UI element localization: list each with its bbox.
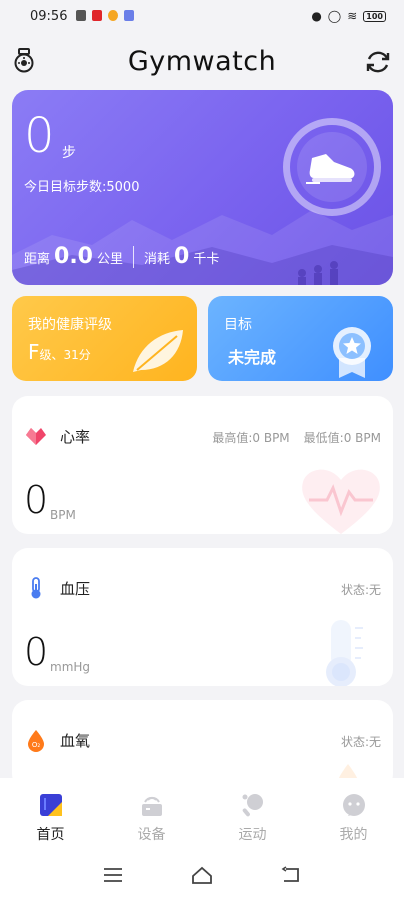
- health-grade-detail: 级、31分: [39, 348, 91, 362]
- blood-oxygen-status: 状态:无: [340, 735, 381, 749]
- thermometer-deco-icon: [326, 620, 363, 686]
- blood-pressure-name: 血压: [60, 580, 91, 598]
- nav-label-home: 首页: [36, 827, 65, 843]
- nav-item-profile[interactable]: 我的: [303, 778, 404, 850]
- status-bar: 09:56 ● ◯ ≋ 100: [0, 0, 404, 34]
- system-status: ● ◯ ≋ 100: [311, 9, 386, 23]
- status-time: 09:56: [30, 9, 68, 24]
- sport-icon: [242, 794, 263, 817]
- wifi-icon: ≋: [347, 9, 358, 23]
- heart-rate-name: 心率: [60, 428, 91, 446]
- app-notification-icon: [108, 10, 118, 21]
- app-notification-icon: [76, 10, 86, 21]
- distance-label: 距离: [24, 252, 51, 267]
- calorie-label: 消耗: [144, 252, 171, 267]
- heart-rate-max: 最高值:0 BPM: [212, 431, 290, 445]
- distance-value: 0.0: [54, 244, 93, 269]
- steps-card[interactable]: 0 步 今日目标步数:5000 距离 0.0 公里 消耗 0 千卡: [12, 90, 393, 285]
- heart-pulse-icon: [302, 469, 380, 534]
- shoe-ring: [283, 118, 381, 216]
- app-notification-icon: [92, 10, 102, 21]
- distance-unit: 公里: [97, 252, 124, 267]
- health-grade-letter: F: [28, 340, 40, 364]
- calorie-unit: 千卡: [193, 252, 220, 267]
- nav-item-sport[interactable]: 运动: [202, 778, 303, 850]
- svg-text:O₂: O₂: [32, 741, 41, 749]
- back-icon[interactable]: [280, 866, 302, 884]
- sync-icon[interactable]: [364, 48, 392, 76]
- summary-divider: [133, 245, 135, 268]
- nav-item-device[interactable]: 设备: [101, 778, 202, 850]
- battery-icon: 100: [363, 10, 386, 22]
- shoe-icon: [306, 154, 355, 184]
- blood-pressure-card[interactable]: 血压 状态:无 0 mmHg: [12, 548, 393, 686]
- heart-rate-min: 最低值:0 BPM: [303, 431, 381, 445]
- heart-rate-card[interactable]: 心率 最高值:0 BPM 最低值:0 BPM 0 BPM: [12, 396, 393, 534]
- leaf-icon: [133, 330, 183, 372]
- blood-pressure-unit: mmHg: [50, 660, 91, 674]
- steps-unit: 步: [62, 145, 76, 161]
- menu-icon[interactable]: [102, 866, 124, 884]
- profile-icon: [342, 794, 365, 816]
- heart-rate-range: 最高值:0 BPM 最低值:0 BPM: [212, 429, 381, 446]
- heart-rate-value: 0: [24, 478, 49, 522]
- notification-icons: [76, 10, 134, 21]
- home-button-icon[interactable]: [191, 866, 213, 884]
- system-nav-bar: [0, 850, 404, 900]
- health-grade: F级、31分: [28, 340, 91, 364]
- health-rating-card[interactable]: 我的健康评级 F级、31分: [12, 296, 197, 381]
- blood-pressure-status: 状态:无: [340, 583, 381, 597]
- health-rating-title: 我的健康评级: [28, 317, 112, 333]
- goal-title: 目标: [224, 317, 252, 333]
- oxygen-drop-icon: O₂: [28, 730, 44, 752]
- heart-rate-unit: BPM: [50, 508, 76, 522]
- app-notification-icon: [124, 10, 134, 21]
- home-icon: [39, 794, 62, 816]
- thermometer-icon: [31, 577, 41, 599]
- app-header: Gymwatch: [0, 36, 404, 86]
- nav-label-profile: 我的: [339, 827, 368, 843]
- device-icon: [141, 796, 162, 816]
- goal-status: 未完成: [228, 348, 277, 367]
- nav-label-device: 设备: [137, 827, 166, 843]
- nav-label-sport: 运动: [238, 827, 267, 843]
- app-title: Gymwatch: [127, 46, 277, 77]
- goal-card[interactable]: 目标 未完成: [208, 296, 393, 381]
- blood-pressure-value: 0: [24, 630, 49, 674]
- nav-item-home[interactable]: 首页: [0, 778, 101, 850]
- steps-target: 今日目标步数:5000: [24, 180, 140, 195]
- blood-oxygen-card[interactable]: O₂ 血氧 状态:无: [12, 700, 393, 790]
- blood-oxygen-name: 血氧: [60, 732, 91, 750]
- location-icon: ●: [311, 9, 322, 23]
- medal-icon: [333, 327, 371, 378]
- calorie-value: 0: [174, 244, 190, 269]
- alarm-icon: ◯: [327, 9, 342, 23]
- bottom-nav: 首页 设备 运动 我的: [0, 778, 404, 850]
- steps-summary: 距离 0.0 公里 消耗 0 千卡: [24, 244, 219, 269]
- heart-icon: [26, 428, 46, 445]
- steps-count: 0: [24, 108, 55, 164]
